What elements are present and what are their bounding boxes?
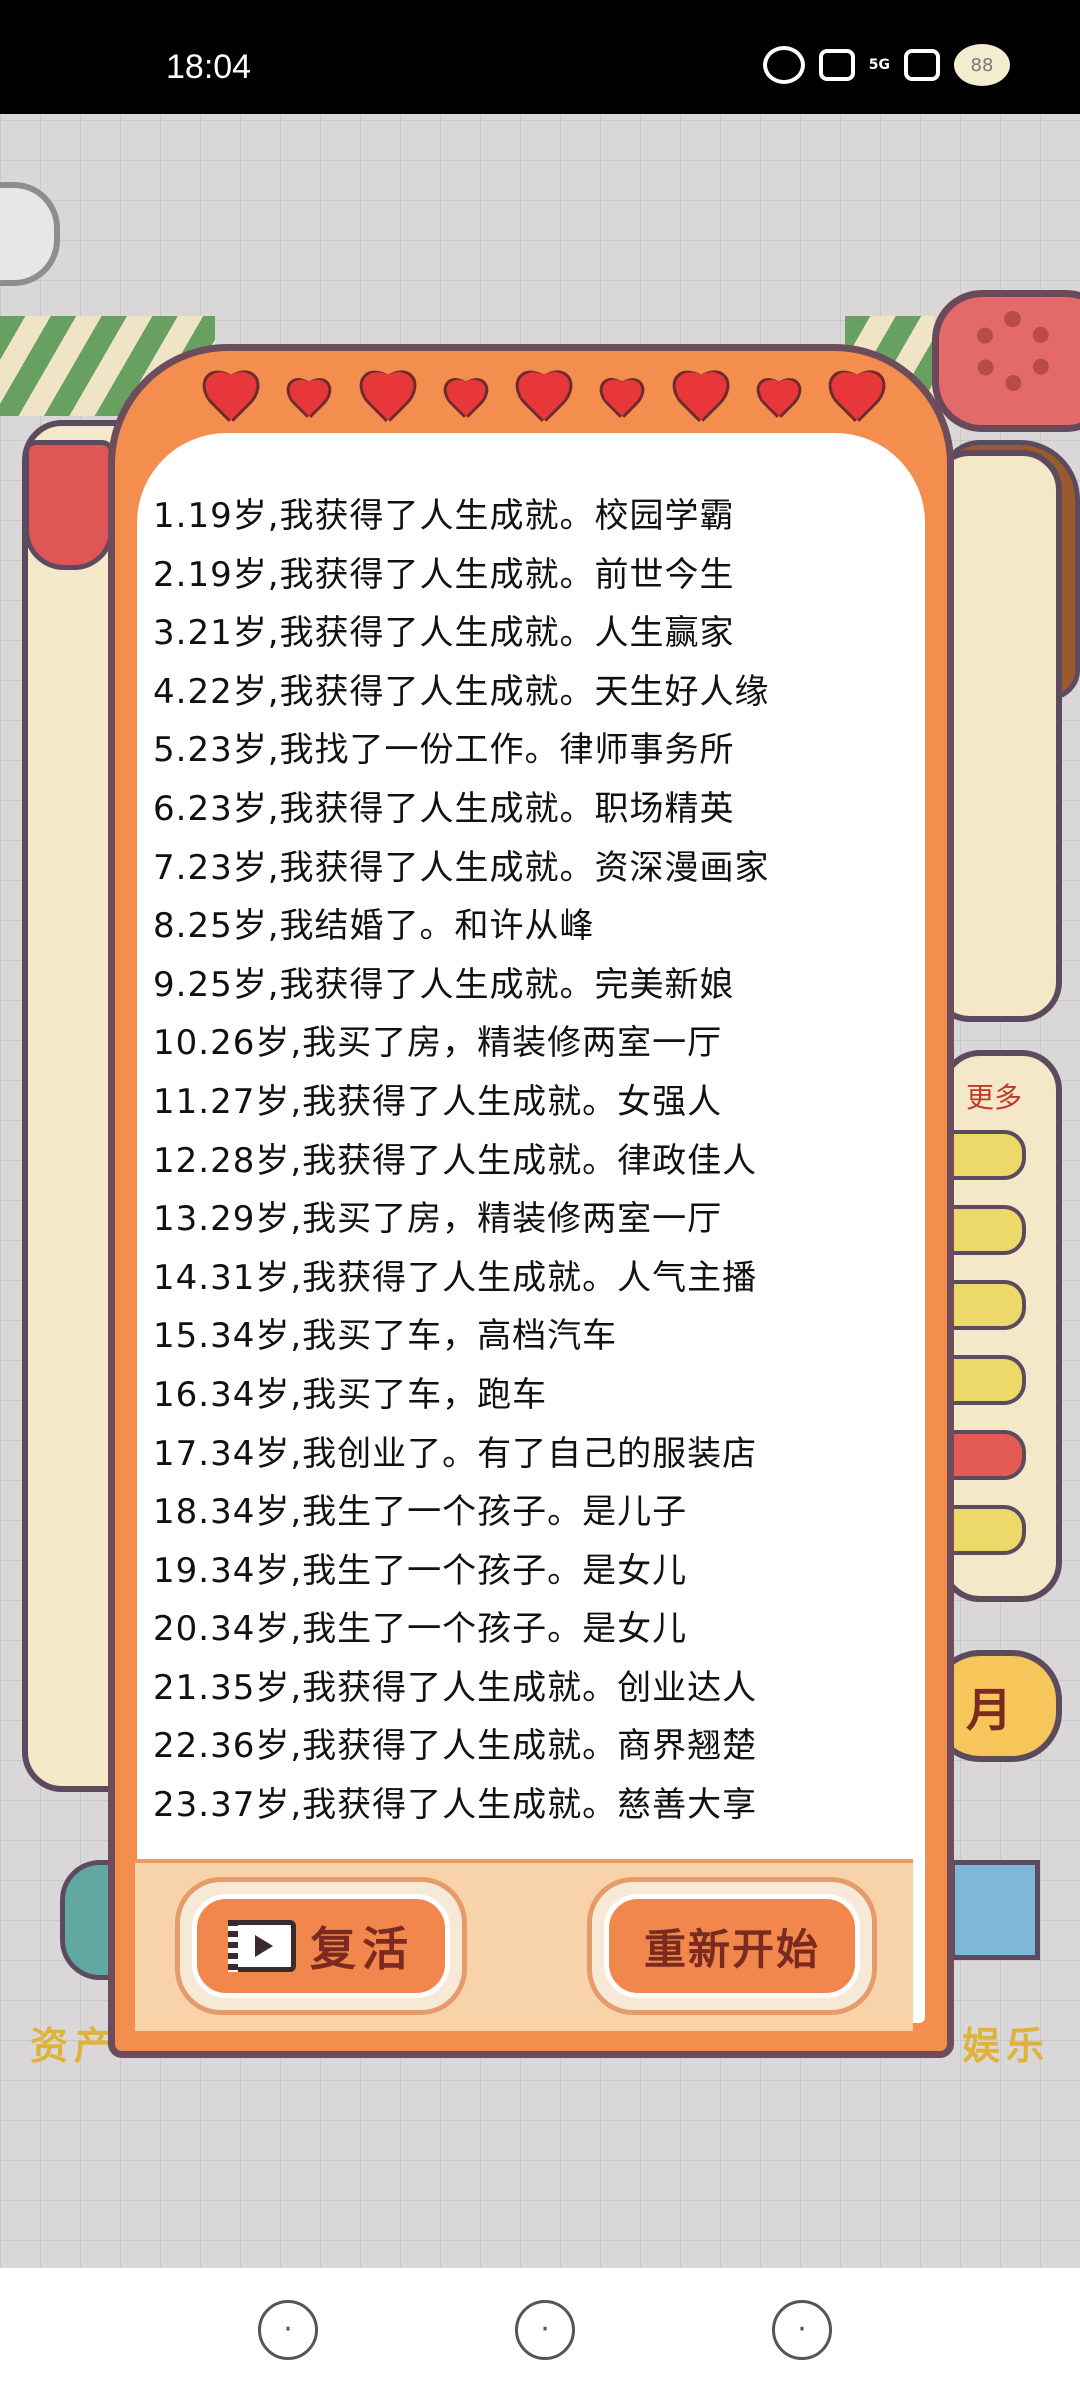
list-item: 17.34岁,我创业了。有了自己的服装店 xyxy=(153,1433,758,1474)
list-item: 13.29岁,我买了房，精装修两室一厅 xyxy=(153,1199,723,1240)
dialog-button-row: 复活 重新开始 xyxy=(135,1859,913,2031)
trophy-icon[interactable] xyxy=(24,440,114,570)
heart-icon xyxy=(667,373,731,431)
heart-icon xyxy=(823,373,887,431)
month-label: 月 xyxy=(966,1683,1012,1737)
list-item: 20.34岁,我生了一个孩子。是女儿 xyxy=(153,1609,688,1650)
list-item: 8.25岁,我结婚了。和许从峰 xyxy=(153,906,595,947)
list-item: 2.19岁,我获得了人生成就。前世今生 xyxy=(153,554,735,595)
attribute-bar xyxy=(950,1505,1026,1555)
pause-button[interactable] xyxy=(0,182,60,286)
list-item: 15.34岁,我买了车，高档汽车 xyxy=(153,1316,618,1357)
list-item: 22.36岁,我获得了人生成就。商界翘楚 xyxy=(153,1726,758,1767)
list-item: 12.28岁,我获得了人生成就。律政佳人 xyxy=(153,1140,758,1181)
wifi-icon xyxy=(818,49,855,81)
more-link[interactable]: 更多 xyxy=(966,1076,1022,1116)
list-item: 10.26岁,我买了房，精装修两室一厅 xyxy=(153,1023,723,1064)
heart-icon xyxy=(354,373,418,431)
restart-label: 重新开始 xyxy=(643,1924,820,1974)
status-bar: 18:04 5G 88 xyxy=(0,0,1080,114)
revive-button-face[interactable]: 复活 xyxy=(192,1894,450,1998)
list-item: 9.25岁,我获得了人生成就。完美新娘 xyxy=(153,964,735,1005)
list-item: 7.23岁,我获得了人生成就。资深漫画家 xyxy=(153,847,770,888)
events-list[interactable]: 1.19岁,我获得了人生成就。校园学霸 2.19岁,我获得了人生成就。前世今生 … xyxy=(153,487,913,1835)
battery-icon: 88 xyxy=(954,44,1010,86)
restart-button[interactable]: 重新开始 xyxy=(587,1877,877,2015)
revive-label: 复活 xyxy=(310,1922,414,1976)
status-icons: 5G 88 xyxy=(762,44,1010,86)
film-strip xyxy=(228,1920,238,1972)
list-item: 14.31岁,我获得了人生成就。人气主播 xyxy=(153,1257,758,1298)
alarm-icon xyxy=(762,46,805,84)
hearts-decoration xyxy=(197,367,887,437)
attribute-bar xyxy=(950,1130,1026,1180)
heart-icon xyxy=(283,380,331,424)
list-item: 5.23岁,我找了一份工作。律师事务所 xyxy=(153,730,735,771)
video-ad-icon xyxy=(228,1920,296,1972)
list-item: 3.21岁,我获得了人生成就。人生赢家 xyxy=(153,613,735,654)
signal-icon xyxy=(904,49,940,81)
list-item: 11.27岁,我获得了人生成就。女强人 xyxy=(153,1081,723,1122)
entertainment-menu[interactable]: 娱乐 xyxy=(962,2015,1050,2070)
dog-icon[interactable]: · xyxy=(515,2300,575,2360)
events-paper[interactable]: 1.19岁,我获得了人生成就。校园学霸 2.19岁,我获得了人生成就。前世今生 … xyxy=(137,433,925,2023)
heart-icon xyxy=(510,373,574,431)
bottom-right-decoration xyxy=(950,1860,1040,1960)
attribute-bar xyxy=(950,1430,1026,1480)
heart-icon xyxy=(753,380,801,424)
network-type: 5G xyxy=(868,57,890,73)
settings-button[interactable] xyxy=(932,290,1080,432)
list-item: 4.22岁,我获得了人生成就。天生好人缘 xyxy=(153,671,770,712)
restart-button-face[interactable]: 重新开始 xyxy=(604,1894,860,1998)
gear-icon xyxy=(973,311,1053,391)
list-item: 21.35岁,我获得了人生成就。创业达人 xyxy=(153,1667,758,1708)
assets-menu[interactable]: 资产 xyxy=(30,2024,118,2068)
list-item: 23.37岁,我获得了人生成就。慈善大享 xyxy=(153,1785,758,1826)
heart-icon xyxy=(440,380,488,424)
status-time: 18:04 xyxy=(166,48,252,86)
list-item: 16.34岁,我买了车，跑车 xyxy=(153,1374,548,1415)
attribute-bar xyxy=(950,1280,1026,1330)
home-dog-icon[interactable]: · xyxy=(258,2300,318,2360)
heart-icon xyxy=(596,380,644,424)
bottom-navigation: · · · xyxy=(0,2268,1080,2400)
heart-icon xyxy=(197,373,261,431)
attribute-bar xyxy=(950,1205,1026,1255)
list-item: 1.19岁,我获得了人生成就。校园学霸 xyxy=(153,496,735,536)
life-events-dialog: 1.19岁,我获得了人生成就。校园学霸 2.19岁,我获得了人生成就。前世今生 … xyxy=(108,344,954,2058)
list-item: 18.34岁,我生了一个孩子。是儿子 xyxy=(153,1492,688,1533)
list-item: 6.23岁,我获得了人生成就。职场精英 xyxy=(153,788,735,829)
list-item: 19.34岁,我生了一个孩子。是女儿 xyxy=(153,1550,688,1591)
dog-wink-icon[interactable]: · xyxy=(772,2300,832,2360)
attribute-bar xyxy=(950,1355,1026,1405)
revive-button[interactable]: 复活 xyxy=(175,1877,467,2015)
